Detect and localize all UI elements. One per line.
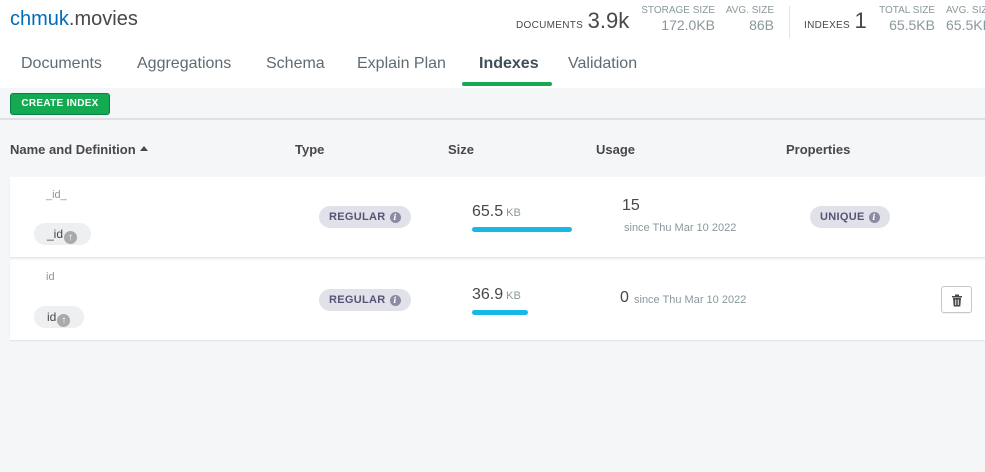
index-field-pill: _id ↑ xyxy=(34,223,92,245)
index-usage-since: since Thu Mar 10 2022 xyxy=(624,222,737,234)
create-index-button[interactable]: CREATE INDEX xyxy=(10,93,110,115)
stats-divider xyxy=(789,6,790,38)
sort-ascending-icon[interactable] xyxy=(139,146,148,151)
avg-document-size-label: AVG. SIZE xyxy=(725,5,774,16)
index-size-value: 65.5 xyxy=(472,203,504,220)
tab-validation[interactable]: Validation xyxy=(568,55,637,73)
index-size: 65.5 KB xyxy=(472,203,521,221)
index-property-badge: UNIQUE i xyxy=(810,206,890,228)
index-size-value: 36.9 xyxy=(472,286,504,303)
tab-documents[interactable]: Documents xyxy=(21,55,102,73)
documents-count: 3.9k xyxy=(587,8,630,33)
tab-indexes[interactable]: Indexes xyxy=(479,55,539,73)
documents-label: DOCUMENTS xyxy=(516,20,584,31)
arrow-up-circle-icon: ↑ xyxy=(57,314,71,327)
column-header-size[interactable]: Size xyxy=(448,142,474,157)
index-property-label: UNIQUE xyxy=(820,211,865,223)
index-type-badge: REGULAR i xyxy=(319,289,411,311)
indexes-stat: INDEXES 1 xyxy=(804,8,867,34)
collection-name: movies xyxy=(74,8,138,30)
column-header-type[interactable]: Type xyxy=(295,142,324,157)
trash-icon xyxy=(952,294,962,307)
avg-index-size-label: AVG. SIZE xyxy=(946,5,985,16)
index-size-bar xyxy=(472,310,528,315)
collection-header: chmuk.movies DOCUMENTS 3.9k STORAGE SIZE… xyxy=(0,0,985,88)
index-type-label: REGULAR xyxy=(329,294,386,306)
column-header-name-label: Name and Definition xyxy=(10,142,136,157)
database-name[interactable]: chmuk xyxy=(10,8,69,30)
index-size-bar xyxy=(472,227,572,232)
indexes-toolbar: CREATE INDEX xyxy=(0,88,985,120)
info-icon[interactable]: i xyxy=(868,212,880,223)
active-tab-indicator xyxy=(462,82,552,86)
storage-size-label: STORAGE SIZE xyxy=(641,5,715,16)
storage-size-value: 172.0KB xyxy=(661,17,715,33)
index-row: id id ↑ REGULAR i 36.9 KB 0 since Thu Mar 1… xyxy=(10,260,985,340)
info-icon[interactable]: i xyxy=(389,212,401,223)
column-header-properties[interactable]: Properties xyxy=(786,142,850,157)
indexes-count: 1 xyxy=(854,8,867,33)
tab-aggregations[interactable]: Aggregations xyxy=(137,55,231,73)
index-usage-count: 15 xyxy=(622,197,640,214)
index-size: 36.9 KB xyxy=(472,286,521,304)
documents-stat: DOCUMENTS 3.9k xyxy=(516,8,629,34)
index-name: _id_ xyxy=(46,189,67,201)
column-header-name-definition[interactable]: Name and Definition xyxy=(10,142,148,157)
avg-index-size-value: 65.5KB xyxy=(946,17,985,33)
total-index-size-value: 65.5KB xyxy=(889,17,935,33)
total-index-size-label: TOTAL SIZE xyxy=(879,5,935,16)
index-row: _id_ _id ↑ REGULAR i 65.5 KB 15 since Thu M… xyxy=(10,177,985,257)
namespace-title: chmuk.movies xyxy=(10,8,138,31)
index-type-badge: REGULAR i xyxy=(319,206,411,228)
tab-explain-plan[interactable]: Explain Plan xyxy=(357,55,446,73)
avg-document-size-value: 86B xyxy=(749,17,774,33)
index-size-unit: KB xyxy=(506,207,521,219)
info-icon[interactable]: i xyxy=(389,295,401,306)
index-field-name: _id xyxy=(47,227,64,241)
index-field-pill: id ↑ xyxy=(34,306,85,328)
index-size-unit: KB xyxy=(506,290,521,302)
column-header-usage[interactable]: Usage xyxy=(596,142,635,157)
indexes-label: INDEXES xyxy=(804,20,851,31)
index-name: id xyxy=(46,271,55,283)
index-type-label: REGULAR xyxy=(329,211,386,223)
index-field-name: id xyxy=(47,310,57,324)
tab-schema[interactable]: Schema xyxy=(266,55,325,73)
delete-index-button[interactable] xyxy=(941,286,972,313)
arrow-up-circle-icon: ↑ xyxy=(64,231,78,244)
index-usage-count: 0 xyxy=(620,289,629,306)
index-usage-since: since Thu Mar 10 2022 xyxy=(634,294,747,306)
